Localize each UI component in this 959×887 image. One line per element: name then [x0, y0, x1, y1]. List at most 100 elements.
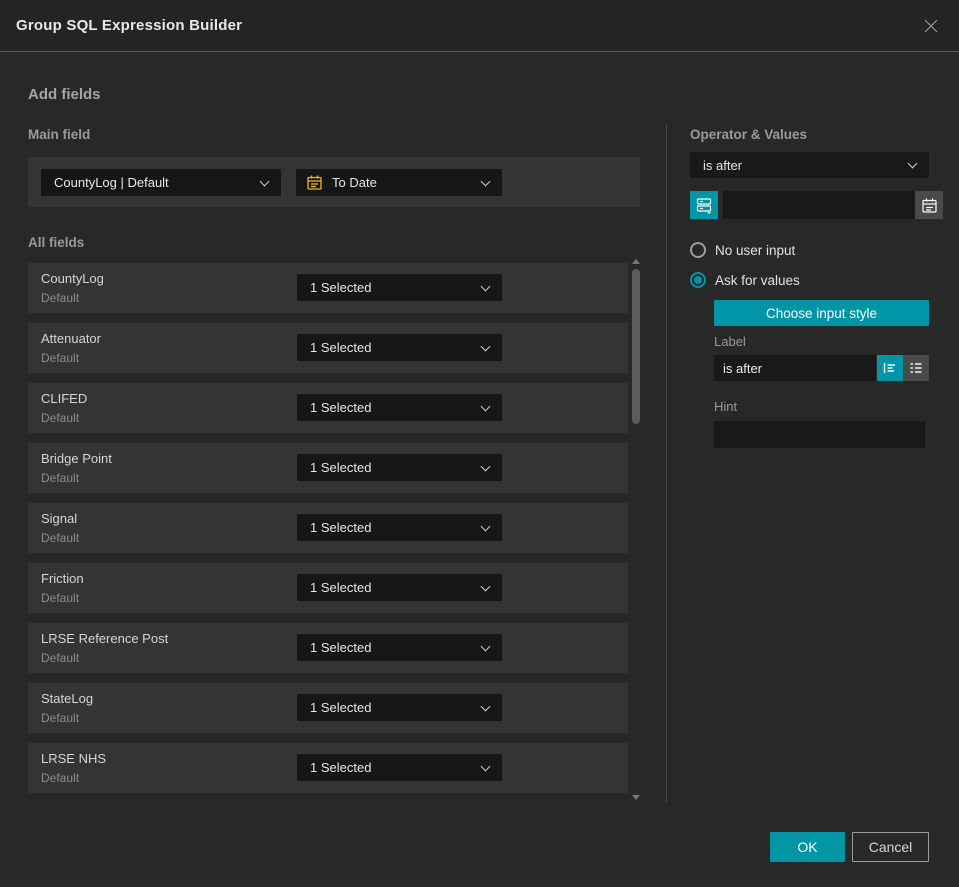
field-row-countylog: CountyLog Default 1 Selected — [28, 263, 628, 313]
scrollbar-down-arrow-icon[interactable] — [632, 795, 640, 800]
selected-count: 1 Selected — [310, 280, 372, 295]
group-sql-expression-builder-dialog: Group SQL Expression Builder Add fields … — [0, 0, 959, 887]
date-picker-button[interactable] — [915, 191, 943, 219]
selected-count: 1 Selected — [310, 760, 372, 775]
field-row-attenuator: Attenuator Default 1 Selected — [28, 323, 628, 373]
field-subtitle: Default — [41, 351, 80, 365]
selected-count: 1 Selected — [310, 400, 372, 415]
field-row-friction: Friction Default 1 Selected — [28, 563, 628, 613]
operator-values-heading: Operator & Values — [690, 127, 808, 142]
close-icon[interactable] — [919, 14, 943, 38]
dialog-titlebar: Group SQL Expression Builder — [0, 0, 959, 52]
field-name: StateLog — [41, 691, 94, 706]
ok-button[interactable]: OK — [770, 832, 845, 862]
chevron-down-icon — [259, 176, 270, 186]
field-subtitle: Default — [41, 411, 80, 425]
radio-unchecked-icon — [690, 242, 706, 258]
value-input-row — [690, 191, 943, 219]
field-subtitle: Default — [41, 471, 80, 485]
field-selected-dropdown[interactable]: 1 Selected — [297, 274, 502, 301]
radio-ask-for-values[interactable]: Ask for values — [690, 272, 929, 288]
field-row-signal: Signal Default 1 Selected — [28, 503, 628, 553]
field-subtitle: Default — [41, 291, 80, 305]
field-row-lrse-reference-post: LRSE Reference Post Default 1 Selected — [28, 623, 628, 673]
field-selected-dropdown[interactable]: 1 Selected — [297, 514, 502, 541]
calendar-icon — [921, 198, 937, 213]
all-fields-label: All fields — [28, 235, 85, 250]
all-fields-list: CountyLog Default 1 Selected Attenuator … — [28, 263, 628, 803]
selected-count: 1 Selected — [310, 640, 372, 655]
operator-select-value: is after — [703, 157, 743, 173]
chevron-down-icon — [480, 641, 491, 651]
chevron-down-icon — [480, 176, 491, 186]
field-row-clifed: CLIFED Default 1 Selected — [28, 383, 628, 433]
chevron-down-icon — [480, 581, 491, 591]
align-left-icon — [883, 363, 895, 373]
value-source-toggle-button[interactable] — [690, 191, 718, 219]
field-subtitle: Default — [41, 531, 80, 545]
field-selected-dropdown[interactable]: 1 Selected — [297, 334, 502, 361]
main-field-select-value: CountyLog | Default — [54, 175, 169, 190]
field-selected-dropdown[interactable]: 1 Selected — [297, 634, 502, 661]
field-selected-dropdown[interactable]: 1 Selected — [297, 574, 502, 601]
chevron-down-icon — [480, 461, 491, 471]
field-selected-dropdown[interactable]: 1 Selected — [297, 754, 502, 781]
field-selected-dropdown[interactable]: 1 Selected — [297, 454, 502, 481]
chevron-down-icon — [480, 341, 491, 351]
label-field-label: Label — [714, 334, 746, 349]
main-field-panel: CountyLog | Default To Date — [28, 157, 640, 207]
field-subtitle: Default — [41, 711, 80, 725]
selected-count: 1 Selected — [310, 460, 372, 475]
list-scrollbar[interactable] — [631, 257, 641, 802]
add-fields-heading: Add fields — [28, 86, 101, 103]
label-input[interactable] — [714, 355, 876, 381]
scrollbar-up-arrow-icon[interactable] — [632, 259, 640, 264]
main-field-date-select-value: To Date — [332, 175, 377, 190]
radio-no-user-input-label: No user input — [715, 242, 796, 258]
field-name: CLIFED — [41, 391, 88, 406]
main-field-date-select[interactable]: To Date — [296, 169, 502, 196]
field-name: LRSE Reference Post — [41, 631, 169, 646]
hint-input[interactable] — [714, 421, 925, 448]
field-selected-dropdown[interactable]: 1 Selected — [297, 694, 502, 721]
main-field-label: Main field — [28, 127, 91, 142]
calendar-icon — [306, 174, 323, 194]
choose-input-style-button[interactable]: Choose input style — [714, 300, 929, 326]
selected-count: 1 Selected — [310, 520, 372, 535]
field-subtitle: Default — [41, 771, 80, 785]
selected-count: 1 Selected — [310, 700, 372, 715]
field-row-bridge-point: Bridge Point Default 1 Selected — [28, 443, 628, 493]
chevron-down-icon — [907, 158, 918, 169]
selected-count: 1 Selected — [310, 580, 372, 595]
label-input-row — [714, 355, 929, 381]
chevron-down-icon — [480, 701, 491, 711]
radio-checked-icon — [690, 272, 706, 288]
operator-select[interactable]: is after — [690, 152, 929, 178]
field-selected-dropdown[interactable]: 1 Selected — [297, 394, 502, 421]
field-name: Attenuator — [41, 331, 101, 346]
chevron-down-icon — [480, 401, 491, 411]
selected-count: 1 Selected — [310, 340, 372, 355]
main-field-select[interactable]: CountyLog | Default — [41, 169, 281, 196]
list-style-button[interactable] — [903, 355, 929, 381]
radio-no-user-input[interactable]: No user input — [690, 242, 929, 258]
hint-field-label: Hint — [714, 399, 738, 414]
value-input[interactable] — [723, 191, 915, 219]
chevron-down-icon — [480, 761, 491, 771]
single-value-style-button[interactable] — [877, 355, 903, 381]
field-row-lrse-nhs: LRSE NHS Default 1 Selected — [28, 743, 628, 793]
field-subtitle: Default — [41, 651, 80, 665]
bullet-list-icon — [910, 363, 922, 373]
scrollbar-thumb[interactable] — [632, 269, 640, 424]
chevron-down-icon — [480, 281, 491, 291]
stacked-values-icon — [696, 198, 712, 214]
field-name: LRSE NHS — [41, 751, 107, 766]
field-row-statelog: StateLog Default 1 Selected — [28, 683, 628, 733]
field-name: Bridge Point — [41, 451, 112, 466]
cancel-button[interactable]: Cancel — [852, 832, 929, 862]
radio-ask-for-values-label: Ask for values — [715, 272, 800, 288]
field-name: Signal — [41, 511, 78, 526]
field-name: CountyLog — [41, 271, 104, 286]
operator-values-panel: is after No user input Ask for values Ch… — [690, 152, 943, 448]
dialog-title: Group SQL Expression Builder — [16, 17, 243, 34]
